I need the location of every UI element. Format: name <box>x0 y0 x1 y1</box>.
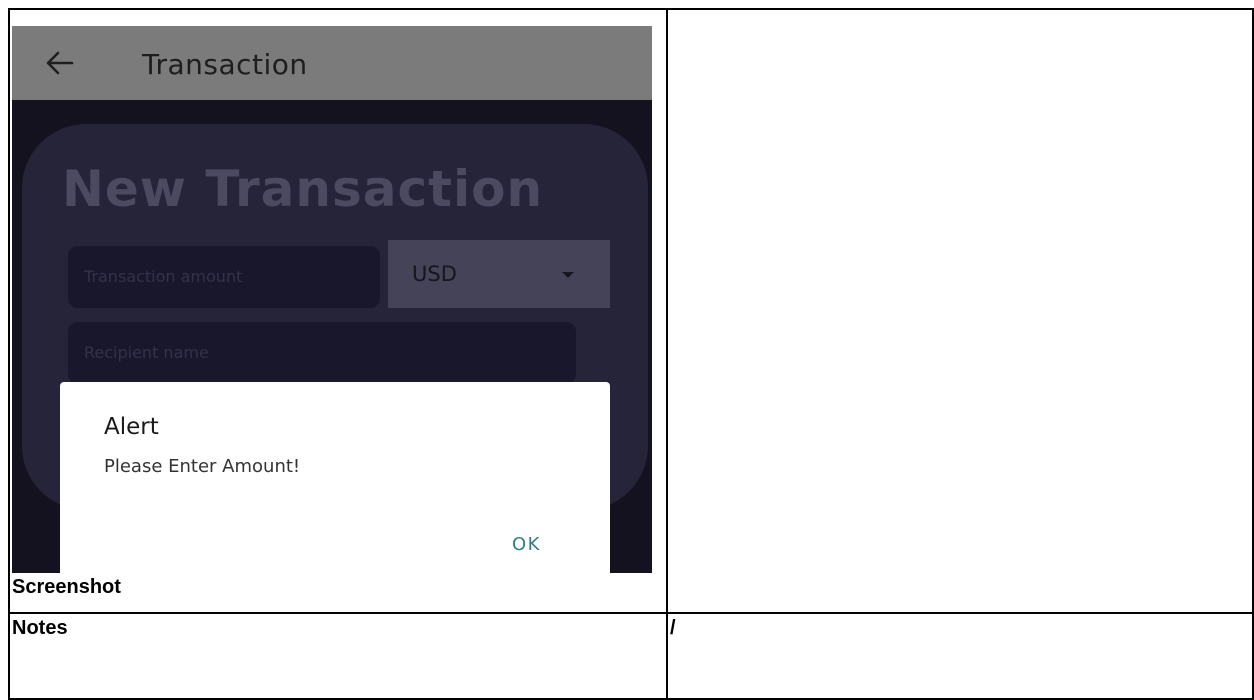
notes-value: / <box>670 617 676 639</box>
test-case-table: Transaction New Transaction Transaction … <box>8 8 1254 700</box>
notes-label-cell: Notes <box>8 612 668 700</box>
currency-dropdown[interactable]: USD <box>388 240 610 308</box>
app-bar-title: Transaction <box>142 48 308 81</box>
alert-message: Please Enter Amount! <box>104 456 301 477</box>
arrow-left-icon[interactable] <box>42 46 76 80</box>
amount-placeholder: Transaction amount <box>84 267 243 286</box>
alert-dialog: Alert Please Enter Amount! OK <box>60 382 610 573</box>
recipient-placeholder: Recipient name <box>84 343 209 362</box>
recipient-input[interactable]: Recipient name <box>68 322 576 384</box>
screenshot-label: Screenshot <box>12 576 121 598</box>
ok-button[interactable]: OK <box>512 534 541 555</box>
notes-label: Notes <box>12 617 68 639</box>
amount-input[interactable]: Transaction amount <box>68 246 380 308</box>
screenshot-side-cell <box>666 8 1254 614</box>
app-bar: Transaction <box>12 26 652 100</box>
card-title: New Transaction <box>62 160 544 218</box>
alert-title: Alert <box>104 414 159 440</box>
chevron-down-icon <box>562 272 574 278</box>
notes-value-cell: / <box>666 612 1254 700</box>
screenshot-cell: Transaction New Transaction Transaction … <box>8 8 668 614</box>
phone-screenshot: Transaction New Transaction Transaction … <box>12 26 652 573</box>
currency-value: USD <box>412 262 457 286</box>
